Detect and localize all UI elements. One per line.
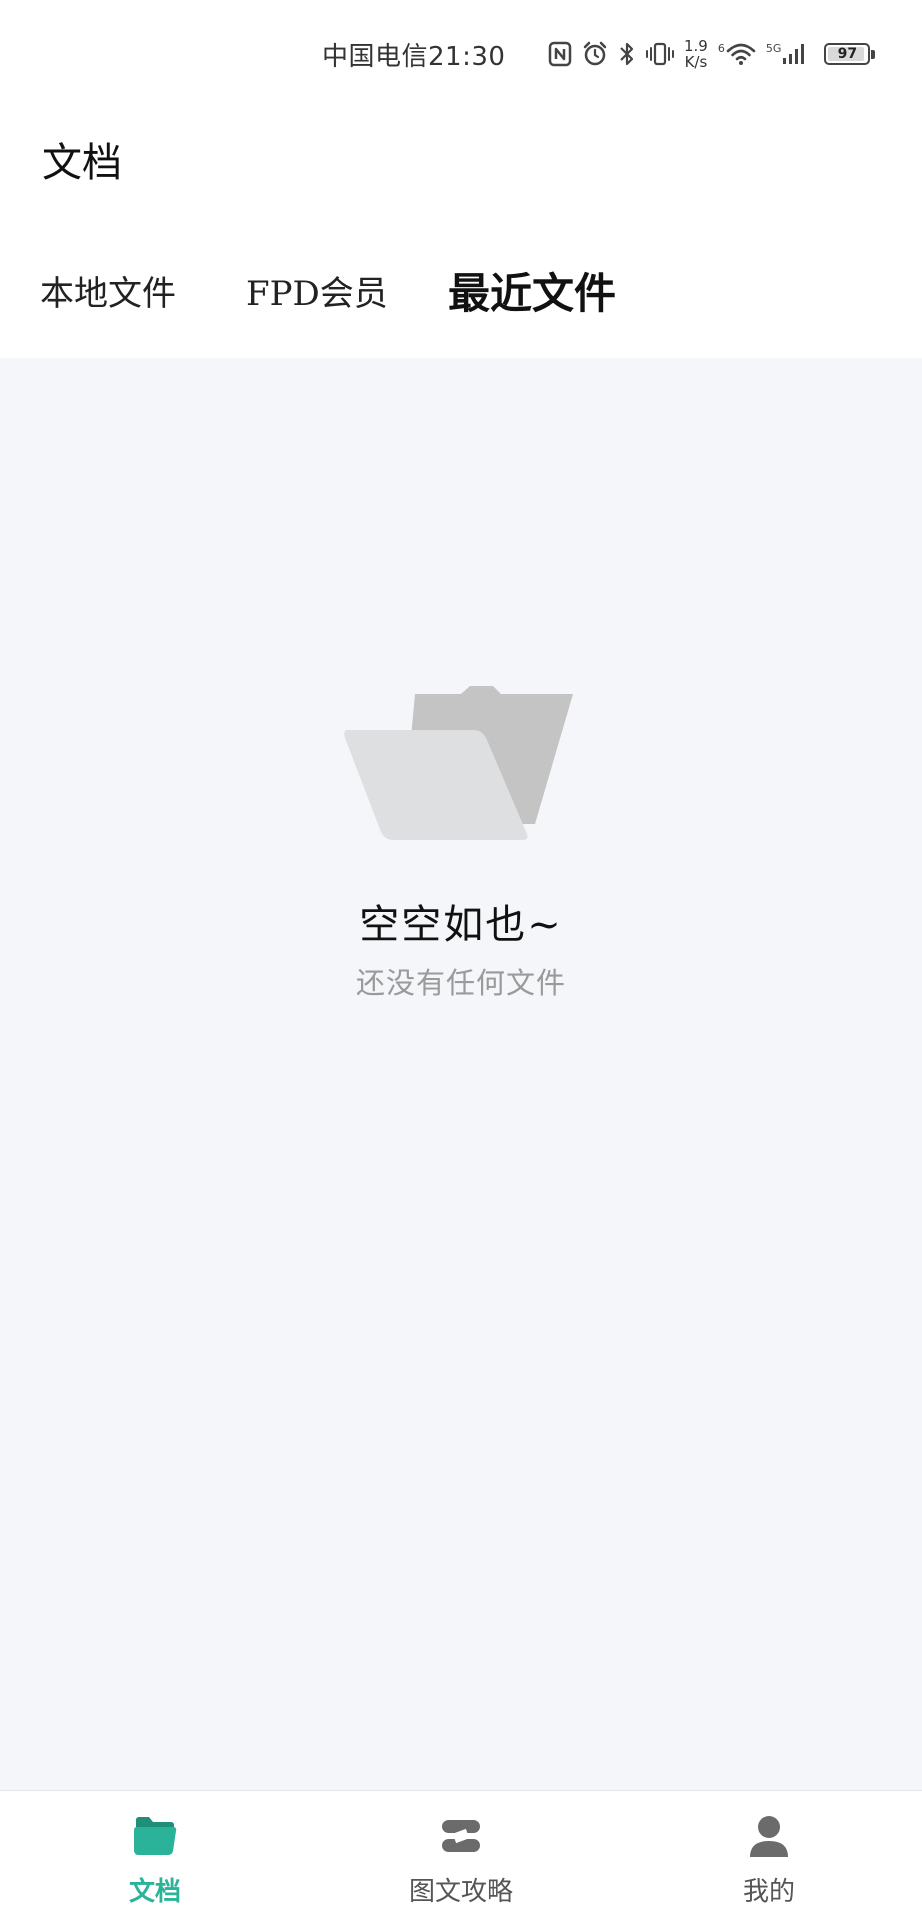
profile-icon [749, 1813, 789, 1859]
tab-recent-files[interactable]: 最近文件 [448, 260, 616, 321]
guide-icon [440, 1813, 482, 1859]
header: 文档 [0, 110, 922, 220]
empty-state-title: 空空如也~ [359, 902, 563, 948]
nav-item-documents[interactable]: 文档 [92, 1791, 218, 1913]
wifi-tag: 6 [717, 42, 725, 55]
folder-icon [132, 1813, 178, 1859]
alarm-icon [582, 41, 608, 67]
network-speed-unit: K/s [684, 53, 708, 71]
battery-level: 97 [837, 46, 858, 62]
network-speed: 1.9 K/s [684, 38, 708, 70]
battery-icon: 97 [824, 43, 876, 65]
nav-label-documents: 文档 [128, 1877, 181, 1907]
status-carrier-time: 中国电信21:30 [322, 42, 506, 72]
signal-icon: 5G [766, 42, 809, 66]
nav-item-profile[interactable]: 我的 [706, 1791, 832, 1913]
empty-state-subtitle: 还没有任何文件 [355, 966, 566, 1000]
folder-icon [0, 684, 922, 848]
wifi-icon: 6 [718, 42, 756, 66]
bottom-nav: 文档 图文攻略 我的 [0, 1790, 922, 1912]
bluetooth-icon [618, 41, 636, 67]
empty-state: 空空如也~ 还没有任何文件 [0, 684, 922, 1002]
network-speed-value: 1.9 [684, 37, 708, 55]
status-bar: 中国电信21:30 1.9 K/s 6 5G 97 [0, 0, 922, 110]
vibrate-icon [646, 41, 674, 67]
page-title: 文档 [42, 140, 122, 186]
nfc-icon [548, 41, 572, 67]
tab-bar: 本地文件 FPD会员 最近文件 [0, 220, 922, 358]
content-area: 空空如也~ 还没有任何文件 [0, 358, 922, 1790]
nav-item-guides[interactable]: 图文攻略 [396, 1791, 526, 1913]
tab-local-files[interactable]: 本地文件 [40, 266, 176, 315]
status-icons: 1.9 K/s 6 5G 97 [548, 34, 876, 74]
nav-label-guides: 图文攻略 [408, 1877, 513, 1907]
signal-tag: 5G [765, 42, 782, 55]
nav-label-profile: 我的 [742, 1877, 795, 1907]
tab-fpd-member[interactable]: FPD会员 [246, 266, 388, 315]
